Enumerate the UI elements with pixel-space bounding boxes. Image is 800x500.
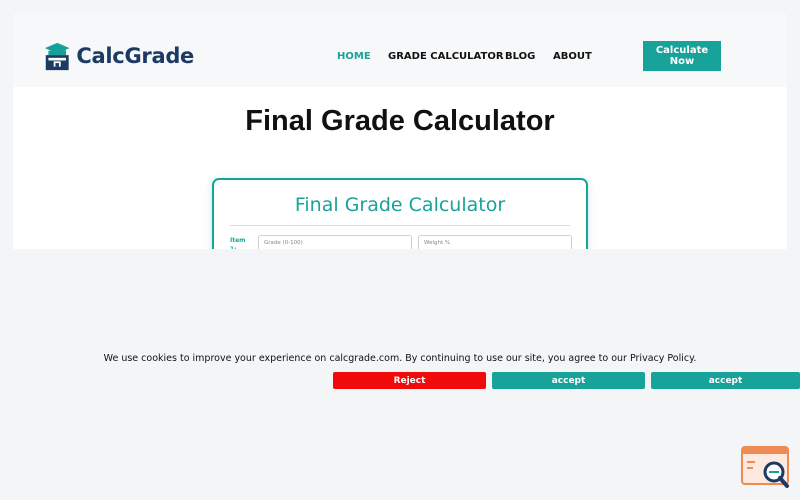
calculate-now-button[interactable]: Calculate Now	[643, 41, 721, 71]
search-magnifier-icon[interactable]	[741, 446, 791, 490]
nav-about[interactable]: ABOUT	[553, 51, 592, 62]
cookie-reject-button[interactable]: Reject	[333, 372, 486, 389]
card-divider	[230, 225, 570, 226]
graduation-cap-logo-icon	[44, 42, 70, 70]
calculator-card-title: Final Grade Calculator	[294, 194, 506, 216]
logo-text: CalcGrade	[76, 44, 194, 68]
weight-input[interactable]	[418, 235, 572, 249]
cookie-accept-button[interactable]: accept	[492, 372, 645, 389]
cookie-accept-button-secondary[interactable]: accept	[651, 372, 800, 389]
item-label: Item 1:	[230, 237, 246, 249]
nav-blog[interactable]: BLOG	[505, 51, 535, 62]
website-viewport: CalcGrade HOME GRADE CALCULATOR BLOG ABO…	[13, 13, 787, 249]
nav-grade-calculator[interactable]: GRADE CALCULATOR	[388, 51, 504, 62]
page-title: Final Grade Calculator	[245, 105, 555, 137]
grade-input[interactable]	[258, 235, 412, 249]
logo-link[interactable]: CalcGrade	[44, 39, 194, 73]
calculator-card: Final Grade Calculator Item 1:	[212, 178, 588, 249]
nav-home[interactable]: HOME	[337, 51, 371, 62]
site-header: CalcGrade HOME GRADE CALCULATOR BLOG ABO…	[13, 13, 787, 87]
cookie-message: We use cookies to improve your experienc…	[103, 353, 697, 364]
